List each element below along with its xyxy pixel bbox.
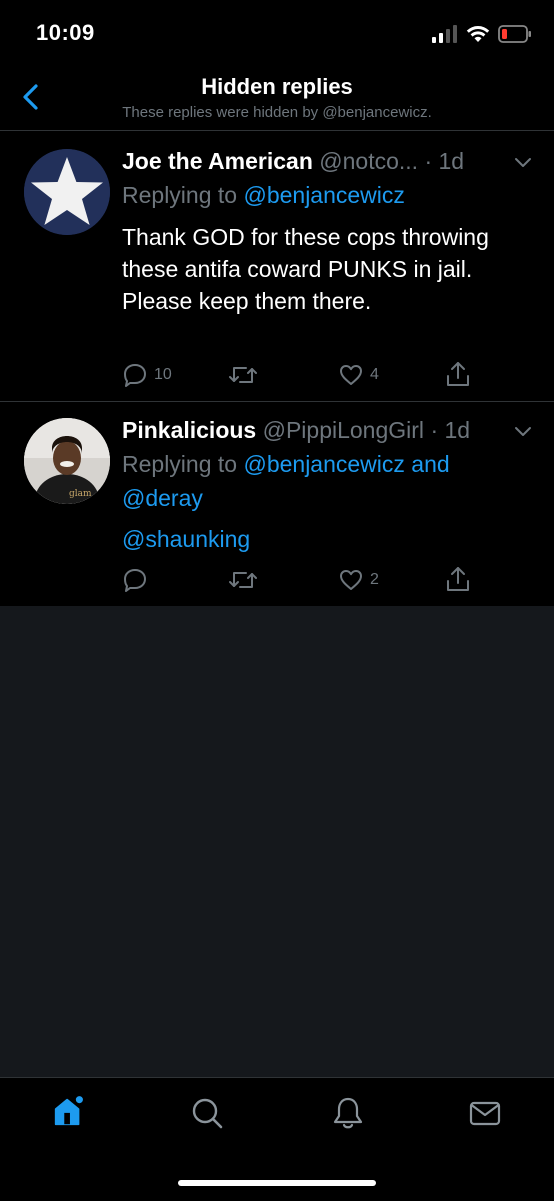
retweet-button[interactable] (228, 362, 264, 388)
share-icon (447, 362, 469, 386)
like-button[interactable]: 4 (338, 362, 379, 388)
reply-button[interactable]: 10 (122, 362, 172, 388)
tweet-header: Joe the American @notco... · 1d (122, 148, 464, 175)
mention-link[interactable]: @benjancewicz (243, 182, 404, 208)
home-icon[interactable] (52, 1094, 86, 1128)
reply-count: 10 (154, 366, 172, 383)
page-subtitle: These replies were hidden by @benjancewi… (122, 104, 432, 121)
status-icons (432, 22, 532, 46)
handle[interactable]: @notco... (319, 148, 418, 174)
share-button[interactable] (445, 360, 471, 388)
search-icon[interactable] (190, 1096, 224, 1130)
replying-to-line: Replying to @benjancewicz and (122, 451, 450, 478)
star-avatar-icon (24, 149, 110, 235)
svg-text:glam: glam (69, 489, 92, 499)
reply-icon (124, 364, 146, 387)
tweet[interactable]: Joe the American @notco... · 1d Replying… (0, 131, 554, 401)
like-button[interactable]: 2 (338, 567, 379, 593)
chevron-down-icon[interactable] (514, 426, 532, 438)
timestamp: · 1d (424, 148, 465, 174)
tweet-text: Thank GOD for these cops throwing these … (122, 224, 489, 314)
wifi-icon (466, 26, 490, 42)
heart-icon (340, 570, 362, 590)
heart-icon (340, 365, 362, 385)
replying-to-line: Replying to @benjancewicz (122, 182, 405, 209)
tweet-header: Pinkalicious @PippiLongGirl · 1d (122, 417, 470, 444)
share-button[interactable] (445, 565, 471, 593)
tweet-text[interactable]: @shaunking (122, 523, 522, 555)
display-name[interactable]: Pinkalicious (122, 417, 256, 443)
profile-photo-icon: glam (24, 418, 110, 504)
avatar[interactable] (24, 149, 110, 235)
replying-to-line-2: @deray (122, 485, 203, 512)
avatar[interactable]: glam (24, 418, 110, 504)
retweet-button[interactable] (228, 567, 264, 593)
mention-link[interactable]: @benjancewicz and (243, 451, 449, 477)
battery-icon (498, 25, 531, 43)
replying-label: Replying to (122, 182, 244, 208)
tweet[interactable]: glam Pinkalicious @PippiLongGirl · 1d Re… (0, 402, 554, 606)
retweet-icon (229, 367, 257, 383)
mention-link[interactable]: @deray (122, 485, 203, 511)
handle[interactable]: @PippiLongGirl (263, 417, 424, 443)
reply-icon (124, 569, 146, 592)
timestamp: · 1d (430, 417, 471, 443)
like-count: 2 (370, 571, 379, 588)
notifications-bell-icon[interactable] (331, 1096, 365, 1130)
share-icon (447, 567, 469, 591)
replying-label: Replying to (122, 451, 244, 477)
signal-icon (432, 25, 457, 43)
status-time: 10:09 (36, 20, 95, 45)
messages-envelope-icon[interactable] (468, 1096, 502, 1130)
chevron-down-icon[interactable] (514, 157, 532, 169)
display-name[interactable]: Joe the American (122, 148, 313, 174)
home-indicator[interactable] (178, 1180, 376, 1186)
retweet-icon (229, 572, 257, 588)
like-count: 4 (370, 366, 379, 383)
reply-button[interactable] (122, 567, 154, 593)
page-title: Hidden replies (201, 74, 353, 99)
